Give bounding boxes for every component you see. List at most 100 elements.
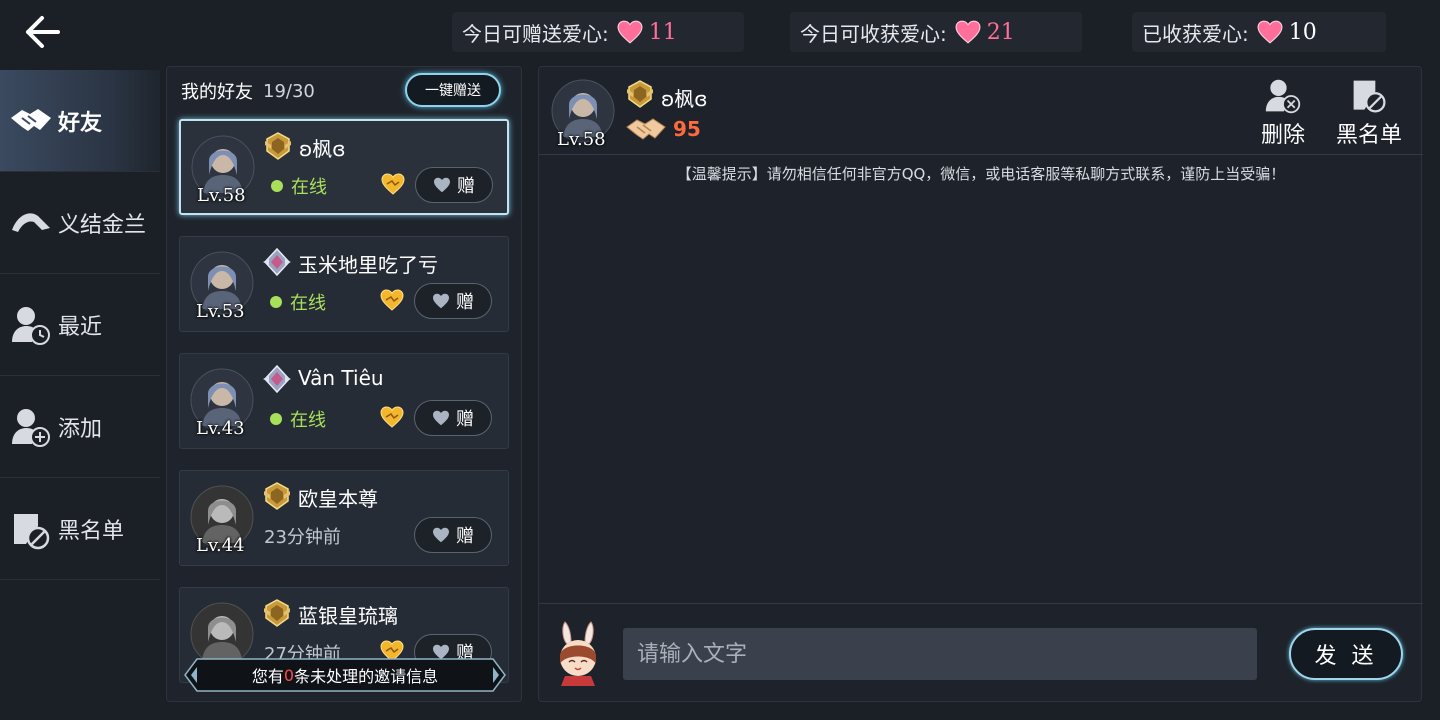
received-count: 10 — [1288, 19, 1317, 45]
rank-badge-icon — [262, 247, 292, 277]
bow-icon — [12, 212, 50, 232]
sidebar-item-label: 最近 — [58, 314, 103, 340]
friend-name: Vân Tiêu — [298, 366, 384, 390]
gold-heart-icon — [381, 173, 405, 195]
block-friend-button[interactable]: 黑名单 — [1329, 77, 1409, 149]
heart-icon — [433, 177, 451, 193]
handshake-icon — [626, 118, 666, 140]
friend-card[interactable]: Lv.44 欧皇本尊 23分钟前 赠 — [179, 470, 509, 566]
gift-button[interactable]: 赠 — [414, 517, 492, 553]
sidebar-item-label: 义结金兰 — [58, 212, 147, 238]
back-button[interactable] — [22, 14, 62, 50]
intimacy-value: 95 — [673, 117, 701, 141]
online-dot-icon — [271, 180, 283, 192]
user-delete-icon — [1265, 79, 1301, 114]
daily-receive-hearts: 今日可收获爱心: 21 — [790, 12, 1082, 52]
user-clock-icon — [12, 306, 50, 345]
back-arrow-icon — [26, 16, 60, 48]
invite-message-bar[interactable]: 您有 0 条未处理的邀请信息 — [183, 657, 507, 693]
emoji-button-icon[interactable] — [551, 618, 605, 686]
heart-icon — [617, 20, 643, 44]
sidebar-item-label: 黑名单 — [58, 518, 125, 544]
friend-card[interactable]: Lv.58 ʚ枫ɞ 在线 赠 — [179, 119, 509, 215]
friend-name: 玉米地里吃了亏 — [298, 253, 438, 277]
online-dot-icon — [270, 413, 282, 425]
daily-give-hearts: 今日可赠送爱心: 11 — [452, 12, 744, 52]
heart-icon — [432, 527, 450, 543]
gold-heart-icon — [380, 406, 404, 428]
friend-list-panel: 我的好友 19/30 一键赠送 Lv.58 ʚ枫ɞ 在线 赠 Lv.53 玉米地… — [166, 66, 522, 702]
top-bar: 今日可赠送爱心: 11 今日可收获爱心: 21 已收获爱心: 10 — [0, 0, 1440, 64]
received-hearts: 已收获爱心: 10 — [1132, 12, 1386, 52]
one-key-gift-button[interactable]: 一键赠送 — [405, 73, 501, 107]
friend-status: 在线 — [271, 173, 327, 199]
received-label: 已收获爱心: — [1142, 21, 1249, 46]
block-label: 黑名单 — [1335, 123, 1402, 148]
daily-give-count: 11 — [648, 19, 677, 45]
message-input[interactable] — [623, 628, 1257, 680]
delete-friend-button[interactable]: 删除 — [1243, 77, 1323, 149]
rank-badge-icon — [262, 481, 292, 511]
friend-name: 蓝银皇琉璃 — [298, 604, 398, 628]
sidebar-item-add[interactable]: 添加 — [0, 376, 160, 478]
friend-card[interactable]: Lv.43 Vân Tiêu 在线 赠 — [179, 353, 509, 449]
gift-label: 赠 — [456, 409, 474, 430]
online-dot-icon — [270, 296, 282, 308]
gift-label: 赠 — [456, 292, 474, 313]
heart-icon — [955, 20, 981, 44]
avatar: Lv.44 — [190, 485, 254, 556]
daily-give-label: 今日可赠送爱心: — [462, 21, 609, 46]
sidebar-item-label: 好友 — [58, 110, 103, 136]
invite-prefix: 您有 — [251, 667, 284, 686]
friend-count: 19/30 — [263, 80, 315, 102]
sidebar-item-friends[interactable]: 好友 — [0, 70, 160, 172]
gift-button[interactable]: 赠 — [414, 283, 492, 319]
avatar: Lv.43 — [190, 368, 254, 439]
avatar[interactable]: Lv.58 — [551, 79, 615, 150]
sidebar: 好友 义结金兰 最近 添加 黑名单 — [0, 70, 160, 720]
friend-card[interactable]: Lv.53 玉米地里吃了亏 在线 赠 — [179, 236, 509, 332]
invite-count: 0 — [283, 665, 295, 685]
friend-list-title: 我的好友 — [181, 82, 253, 103]
handshake-icon — [11, 108, 51, 131]
status-text: 在线 — [291, 177, 327, 198]
invite-text: 您有 0 条未处理的邀请信息 — [183, 657, 507, 693]
sidebar-item-blacklist[interactable]: 黑名单 — [0, 478, 160, 580]
friend-name: ʚ枫ɞ — [299, 137, 346, 161]
chat-friend-level: Lv.58 — [557, 129, 606, 150]
send-button[interactable]: 发 送 — [1289, 628, 1403, 680]
daily-receive-label: 今日可收获爱心: — [800, 21, 947, 46]
gift-label: 赠 — [456, 526, 474, 547]
sidebar-item-recent[interactable]: 最近 — [0, 274, 160, 376]
avatar: Lv.58 — [191, 135, 255, 206]
rank-badge-icon — [262, 598, 292, 628]
invite-suffix: 条未处理的邀请信息 — [294, 667, 439, 686]
sidebar-item-label: 添加 — [58, 416, 103, 442]
chat-friend-name: ʚ枫ɞ — [661, 87, 708, 111]
friend-name: 欧皇本尊 — [298, 487, 378, 511]
user-add-icon — [12, 408, 50, 447]
friend-list-header: 我的好友 19/30 — [181, 77, 315, 105]
heart-icon — [1257, 20, 1283, 44]
friend-level: Lv.58 — [197, 185, 246, 206]
gift-button[interactable]: 赠 — [415, 167, 493, 203]
chat-input-bar: 发 送 — [539, 603, 1423, 703]
safety-notice: 【温馨提示】请勿相信任何非官方QQ，微信，或电话客服等私聊方式联系，谨防上当受骗… — [676, 165, 1286, 183]
rank-badge-icon — [625, 79, 655, 109]
gift-label: 赠 — [457, 176, 475, 197]
sidebar-item-sworn-siblings[interactable]: 义结金兰 — [0, 172, 160, 274]
status-text: 在线 — [290, 293, 326, 314]
rank-badge-icon — [263, 131, 293, 161]
rank-badge-icon — [262, 364, 292, 394]
avatar: Lv.53 — [190, 251, 254, 322]
chat-panel: Lv.58 ʚ枫ɞ 95 删除 黑名单 【温馨提示】请勿相信任何非官方QQ，微信… — [538, 66, 1423, 703]
status-text: 在线 — [290, 410, 326, 431]
delete-label: 删除 — [1260, 123, 1305, 148]
friend-status: 在线 — [270, 289, 326, 315]
gift-button[interactable]: 赠 — [414, 400, 492, 436]
friend-level: Lv.53 — [196, 301, 245, 322]
user-block-icon — [14, 513, 50, 549]
user-block-icon — [1353, 80, 1386, 113]
heart-icon — [432, 293, 450, 309]
status-text: 23分钟前 — [264, 527, 341, 548]
